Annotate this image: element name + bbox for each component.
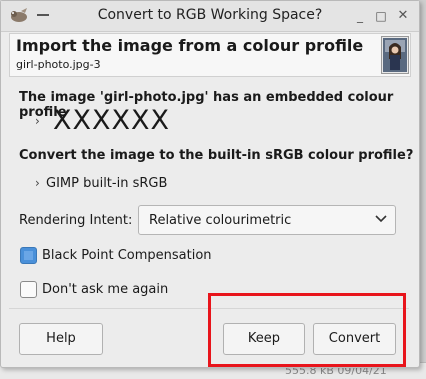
dialog-header: Import the image from a colour profile g… <box>9 33 411 77</box>
rendering-intent-select[interactable]: Relative colourimetric <box>138 205 396 235</box>
title-bar[interactable]: Convert to RGB Working Space? _ □ ✕ <box>1 1 419 32</box>
black-point-checkbox[interactable] <box>20 247 37 264</box>
rendering-intent-label: Rendering Intent: <box>19 213 133 228</box>
highlight-annotation <box>208 293 406 367</box>
rendering-intent-value: Relative colourimetric <box>149 213 292 228</box>
maximize-button[interactable]: □ <box>374 9 388 23</box>
expander-icon[interactable]: › <box>35 114 40 128</box>
image-thumbnail <box>381 36 409 74</box>
header-subtitle: girl-photo.jpg-3 <box>16 58 101 71</box>
black-point-label[interactable]: Black Point Compensation <box>42 248 212 263</box>
chevron-down-icon <box>375 215 387 223</box>
target-profile-name: GIMP built-in sRGB <box>46 176 168 191</box>
embedded-profile-name: XXXXXX <box>53 105 170 136</box>
help-button[interactable]: Help <box>19 323 103 355</box>
close-button[interactable]: ✕ <box>396 9 410 23</box>
header-title: Import the image from a colour profile <box>16 36 364 55</box>
dont-ask-checkbox[interactable] <box>20 281 37 298</box>
minimize-button[interactable]: _ <box>353 9 367 23</box>
convert-question: Convert the image to the built-in sRGB c… <box>19 148 414 163</box>
dont-ask-label[interactable]: Don't ask me again <box>42 282 168 297</box>
expander-icon[interactable]: › <box>35 176 40 190</box>
